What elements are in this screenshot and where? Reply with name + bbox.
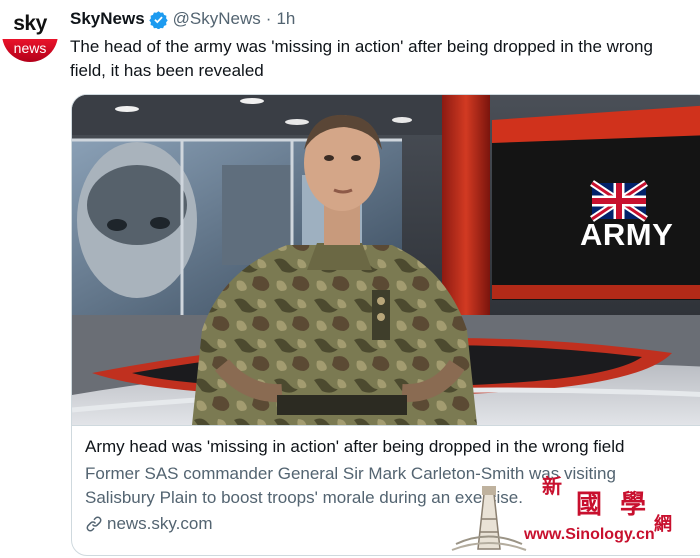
handle[interactable]: @SkyNews (173, 9, 261, 29)
avatar-sky-text: sky (13, 12, 47, 35)
sinology-watermark: 新 國 學 網 www.Sinology.cn (442, 470, 700, 558)
card-domain[interactable]: news.sky.com (85, 514, 213, 534)
card-title[interactable]: Army head was 'missing in action' after … (85, 437, 624, 457)
separator-dot: · (265, 9, 272, 28)
avatar[interactable]: sky news (2, 6, 58, 62)
army-overlay-text: ARMY (580, 217, 674, 252)
watermark-char-2: 國 (576, 490, 603, 520)
watermark-url: www.Sinology.cn (524, 526, 655, 543)
news-studio-illustration (72, 95, 700, 425)
timestamp[interactable]: 1h (276, 9, 295, 29)
tweet-text: The head of the army was 'missing in act… (70, 37, 653, 80)
watermark-char-4: 網 (654, 514, 672, 535)
tweet-header: SkyNews @SkyNews · 1h (70, 8, 295, 30)
card-image[interactable]: ARMY (72, 95, 700, 425)
watermark-char-1: 新 (542, 474, 562, 498)
verified-badge-icon (148, 10, 168, 29)
link-icon (86, 516, 102, 532)
avatar-news-text: news (13, 40, 47, 56)
display-name[interactable]: SkyNews (70, 9, 145, 29)
watermark-lighthouse-icon (451, 486, 527, 551)
card-domain-text: news.sky.com (107, 514, 213, 533)
watermark-char-3: 學 (620, 490, 647, 520)
tweet[interactable]: sky news SkyNews @SkyNews · 1h The head … (0, 0, 700, 558)
